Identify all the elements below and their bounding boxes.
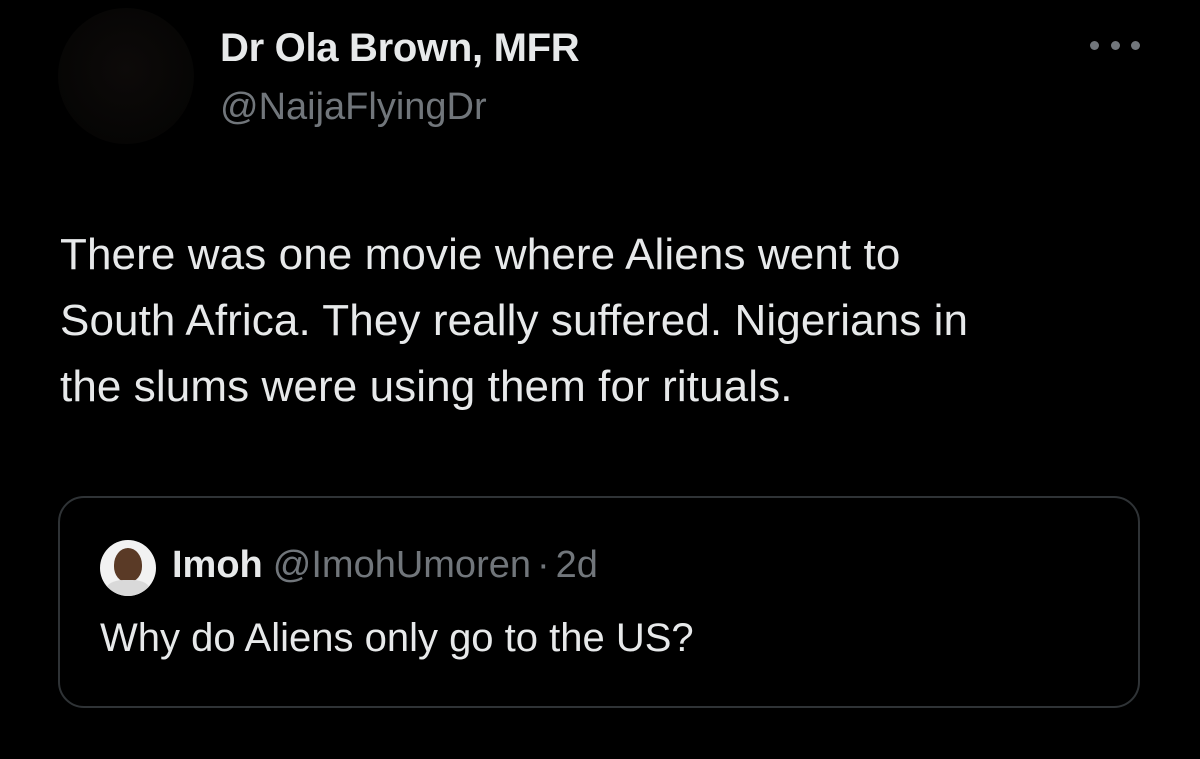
author-display-name[interactable]: Dr Ola Brown, MFR (220, 26, 580, 71)
avatar-face (114, 548, 142, 582)
quoted-tweet-text: Why do Aliens only go to the US? (100, 616, 694, 660)
avatar-shirt (106, 580, 150, 596)
author-avatar[interactable] (58, 8, 194, 144)
quoted-tweet-header: Imoh @ImohUmoren · 2d (172, 544, 598, 587)
tweet: Dr Ola Brown, MFR @NaijaFlyingDr There w… (0, 0, 1200, 759)
author-handle[interactable]: @NaijaFlyingDr (220, 86, 487, 129)
quoted-author-name[interactable]: Imoh (172, 544, 263, 586)
more-horizontal-icon-dot (1131, 40, 1140, 50)
more-options-button[interactable] (1090, 30, 1140, 60)
header-separator: · (537, 544, 550, 586)
tweet-text-line: South Africa. They really suffered. Nige… (60, 296, 969, 345)
quoted-author-handle[interactable]: @ImohUmoren (273, 544, 531, 586)
quoted-tweet-card[interactable]: Imoh @ImohUmoren · 2d Why do Aliens only go… (58, 496, 1140, 708)
more-horizontal-icon (1090, 40, 1099, 50)
tweet-text-line: There was one movie where Aliens went to (60, 230, 901, 279)
quoted-tweet-timestamp[interactable]: 2d (556, 544, 598, 586)
more-horizontal-icon-dot (1110, 40, 1120, 50)
tweet-text-line: the slums were using them for rituals. (60, 362, 793, 411)
quoted-author-avatar[interactable] (100, 540, 156, 596)
tweet-text: There was one movie where Aliens went to… (60, 222, 1160, 420)
